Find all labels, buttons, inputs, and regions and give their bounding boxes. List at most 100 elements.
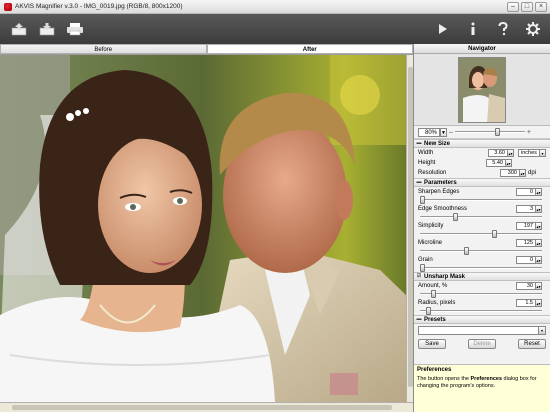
help-icon[interactable]	[492, 18, 514, 40]
zoom-slider[interactable]	[454, 128, 525, 136]
microline-slider-knob[interactable]	[464, 247, 469, 255]
save-preset-button[interactable]: Save	[418, 338, 446, 349]
microline-label: Microline	[418, 240, 443, 246]
delete-preset-button[interactable]: Delete	[468, 338, 496, 349]
navigator-thumbnail[interactable]	[458, 57, 506, 123]
sharpen-edges-label: Sharpen Edges	[418, 189, 460, 195]
edge-smoothness-slider[interactable]	[420, 213, 542, 221]
grain-row: Grain 0 ▴▾	[414, 255, 550, 265]
parameters-header[interactable]: ▬ Parameters	[414, 178, 550, 187]
grain-stepper[interactable]: 0 ▴▾	[516, 256, 542, 264]
presets-dropdown[interactable]: ▾	[414, 324, 550, 336]
zoom-dropdown-arrow[interactable]: ▼	[440, 127, 447, 137]
presets-header[interactable]: ▬ Presets	[414, 315, 550, 324]
zoom-in-button[interactable]: +	[527, 129, 531, 136]
simplicity-stepper[interactable]: 197 ▴▾	[516, 222, 542, 230]
open-image-icon[interactable]	[8, 18, 30, 40]
tab-after[interactable]: After	[206, 44, 413, 54]
stepper-arrows-icon[interactable]: ▴▾	[536, 256, 542, 264]
height-field[interactable]: 5.40	[486, 159, 506, 167]
presets-field[interactable]	[418, 325, 539, 335]
width-field[interactable]: 3.60	[488, 149, 508, 157]
save-image-icon[interactable]	[36, 18, 58, 40]
sharpen-edges-slider-knob[interactable]	[420, 196, 425, 204]
sharpen-edges-field[interactable]: 0	[516, 188, 536, 196]
resolution-label: Resolution	[418, 170, 447, 176]
app-logo-icon	[4, 2, 12, 11]
radius-pixels-slider-knob[interactable]	[425, 307, 431, 315]
vertical-scrollbar[interactable]	[406, 55, 413, 402]
stepper-arrows-icon[interactable]: ▴▾	[536, 299, 542, 307]
stepper-arrows-icon[interactable]: ▴▾	[536, 239, 542, 247]
zoom-slider-knob[interactable]	[494, 128, 500, 136]
units-dropdown[interactable]: inches ▾	[518, 149, 546, 157]
edge-smoothness-field[interactable]: 3	[516, 205, 536, 213]
maximize-button[interactable]: □	[521, 2, 533, 12]
amount-slider-knob[interactable]	[431, 290, 436, 298]
grain-field[interactable]: 0	[516, 256, 536, 264]
minimize-button[interactable]: –	[507, 2, 519, 12]
sharpen-edges-slider-row	[414, 196, 550, 204]
app-window: AKVIS Magnifier v.3.0 - IMG_0019.jpg (RG…	[0, 0, 550, 412]
dropdown-arrow-icon[interactable]: ▾	[539, 325, 546, 335]
window-controls: – □ ×	[507, 2, 547, 12]
height-row: Height 5.40 ▴▾	[414, 158, 550, 168]
resolution-stepper[interactable]: 300 ▴▾	[499, 169, 526, 177]
sharpen-edges-stepper[interactable]: 0 ▴▾	[516, 188, 542, 196]
tab-before[interactable]: Before	[0, 44, 207, 54]
view-tabs: Before After	[0, 44, 413, 55]
run-icon[interactable]	[432, 18, 454, 40]
image-canvas[interactable]	[0, 55, 406, 402]
stepper-arrows-icon[interactable]: ▴▾	[536, 188, 542, 196]
stepper-arrows-icon[interactable]: ▴▾	[506, 159, 512, 167]
stepper-arrows-icon[interactable]: ▴▾	[536, 222, 542, 230]
toolbar	[0, 14, 550, 44]
horizontal-scrollbar[interactable]	[0, 402, 413, 412]
width-stepper[interactable]: 3.60 ▴▾	[488, 149, 514, 157]
simplicity-slider-knob[interactable]	[491, 230, 497, 238]
amount-field[interactable]: 30	[516, 282, 536, 290]
amount-slider[interactable]	[420, 290, 542, 298]
height-stepper[interactable]: 5.40 ▴▾	[486, 159, 512, 167]
simplicity-slider[interactable]	[420, 230, 542, 238]
stepper-arrows-icon[interactable]: ▴▾	[519, 169, 526, 177]
radius-pixels-stepper[interactable]: 1.5 ▴▾	[516, 299, 542, 307]
radius-pixels-field[interactable]: 1.5	[516, 299, 536, 307]
zoom-field[interactable]: 80%	[418, 127, 440, 137]
preferences-icon[interactable]	[522, 18, 544, 40]
units-field[interactable]: inches	[518, 149, 540, 157]
reset-button[interactable]: Reset	[518, 338, 546, 349]
print-icon[interactable]	[64, 18, 86, 40]
amount-stepper[interactable]: 30 ▴▾	[516, 282, 542, 290]
simplicity-label: Simplicity	[418, 223, 444, 229]
stepper-arrows-icon[interactable]: ▴▾	[536, 282, 542, 290]
grain-label: Grain	[418, 257, 433, 263]
edge-smoothness-slider-knob[interactable]	[453, 213, 458, 221]
radius-pixels-slider[interactable]	[420, 307, 542, 315]
title-bar: AKVIS Magnifier v.3.0 - IMG_0019.jpg (RG…	[0, 0, 550, 14]
edge-smoothness-stepper[interactable]: 3 ▴▾	[516, 205, 542, 213]
microline-field[interactable]: 125	[516, 239, 536, 247]
microline-slider[interactable]	[420, 247, 542, 255]
sharpen-edges-slider[interactable]	[420, 196, 542, 204]
checkbox-icon[interactable]: ☑	[416, 274, 422, 279]
grain-slider-knob[interactable]	[420, 264, 425, 272]
edge-smoothness-label: Edge Smoothness	[418, 206, 468, 212]
new-size-header[interactable]: ▬ New Size	[414, 139, 550, 148]
microline-slider-row	[414, 247, 550, 255]
stepper-arrows-icon[interactable]: ▴▾	[508, 149, 514, 157]
simplicity-field[interactable]: 197	[516, 222, 536, 230]
resolution-field[interactable]: 300	[499, 169, 520, 177]
navigator-preview[interactable]	[414, 54, 550, 126]
info-icon[interactable]	[462, 18, 484, 40]
stepper-arrows-icon[interactable]: ▴▾	[536, 205, 542, 213]
microline-stepper[interactable]: 125 ▴▾	[516, 239, 542, 247]
help-text: The button opens the Preferences dialog …	[417, 376, 537, 389]
dropdown-arrow-icon[interactable]: ▾	[540, 149, 546, 157]
grain-slider[interactable]	[420, 264, 542, 272]
close-button[interactable]: ×	[535, 2, 547, 12]
simplicity-row: Simplicity 197 ▴▾	[414, 221, 550, 231]
horizontal-scroll-thumb[interactable]	[12, 405, 392, 410]
zoom-out-button[interactable]: –	[449, 129, 453, 136]
unsharp-mask-header[interactable]: ☑ Unsharp Mask	[414, 272, 550, 281]
